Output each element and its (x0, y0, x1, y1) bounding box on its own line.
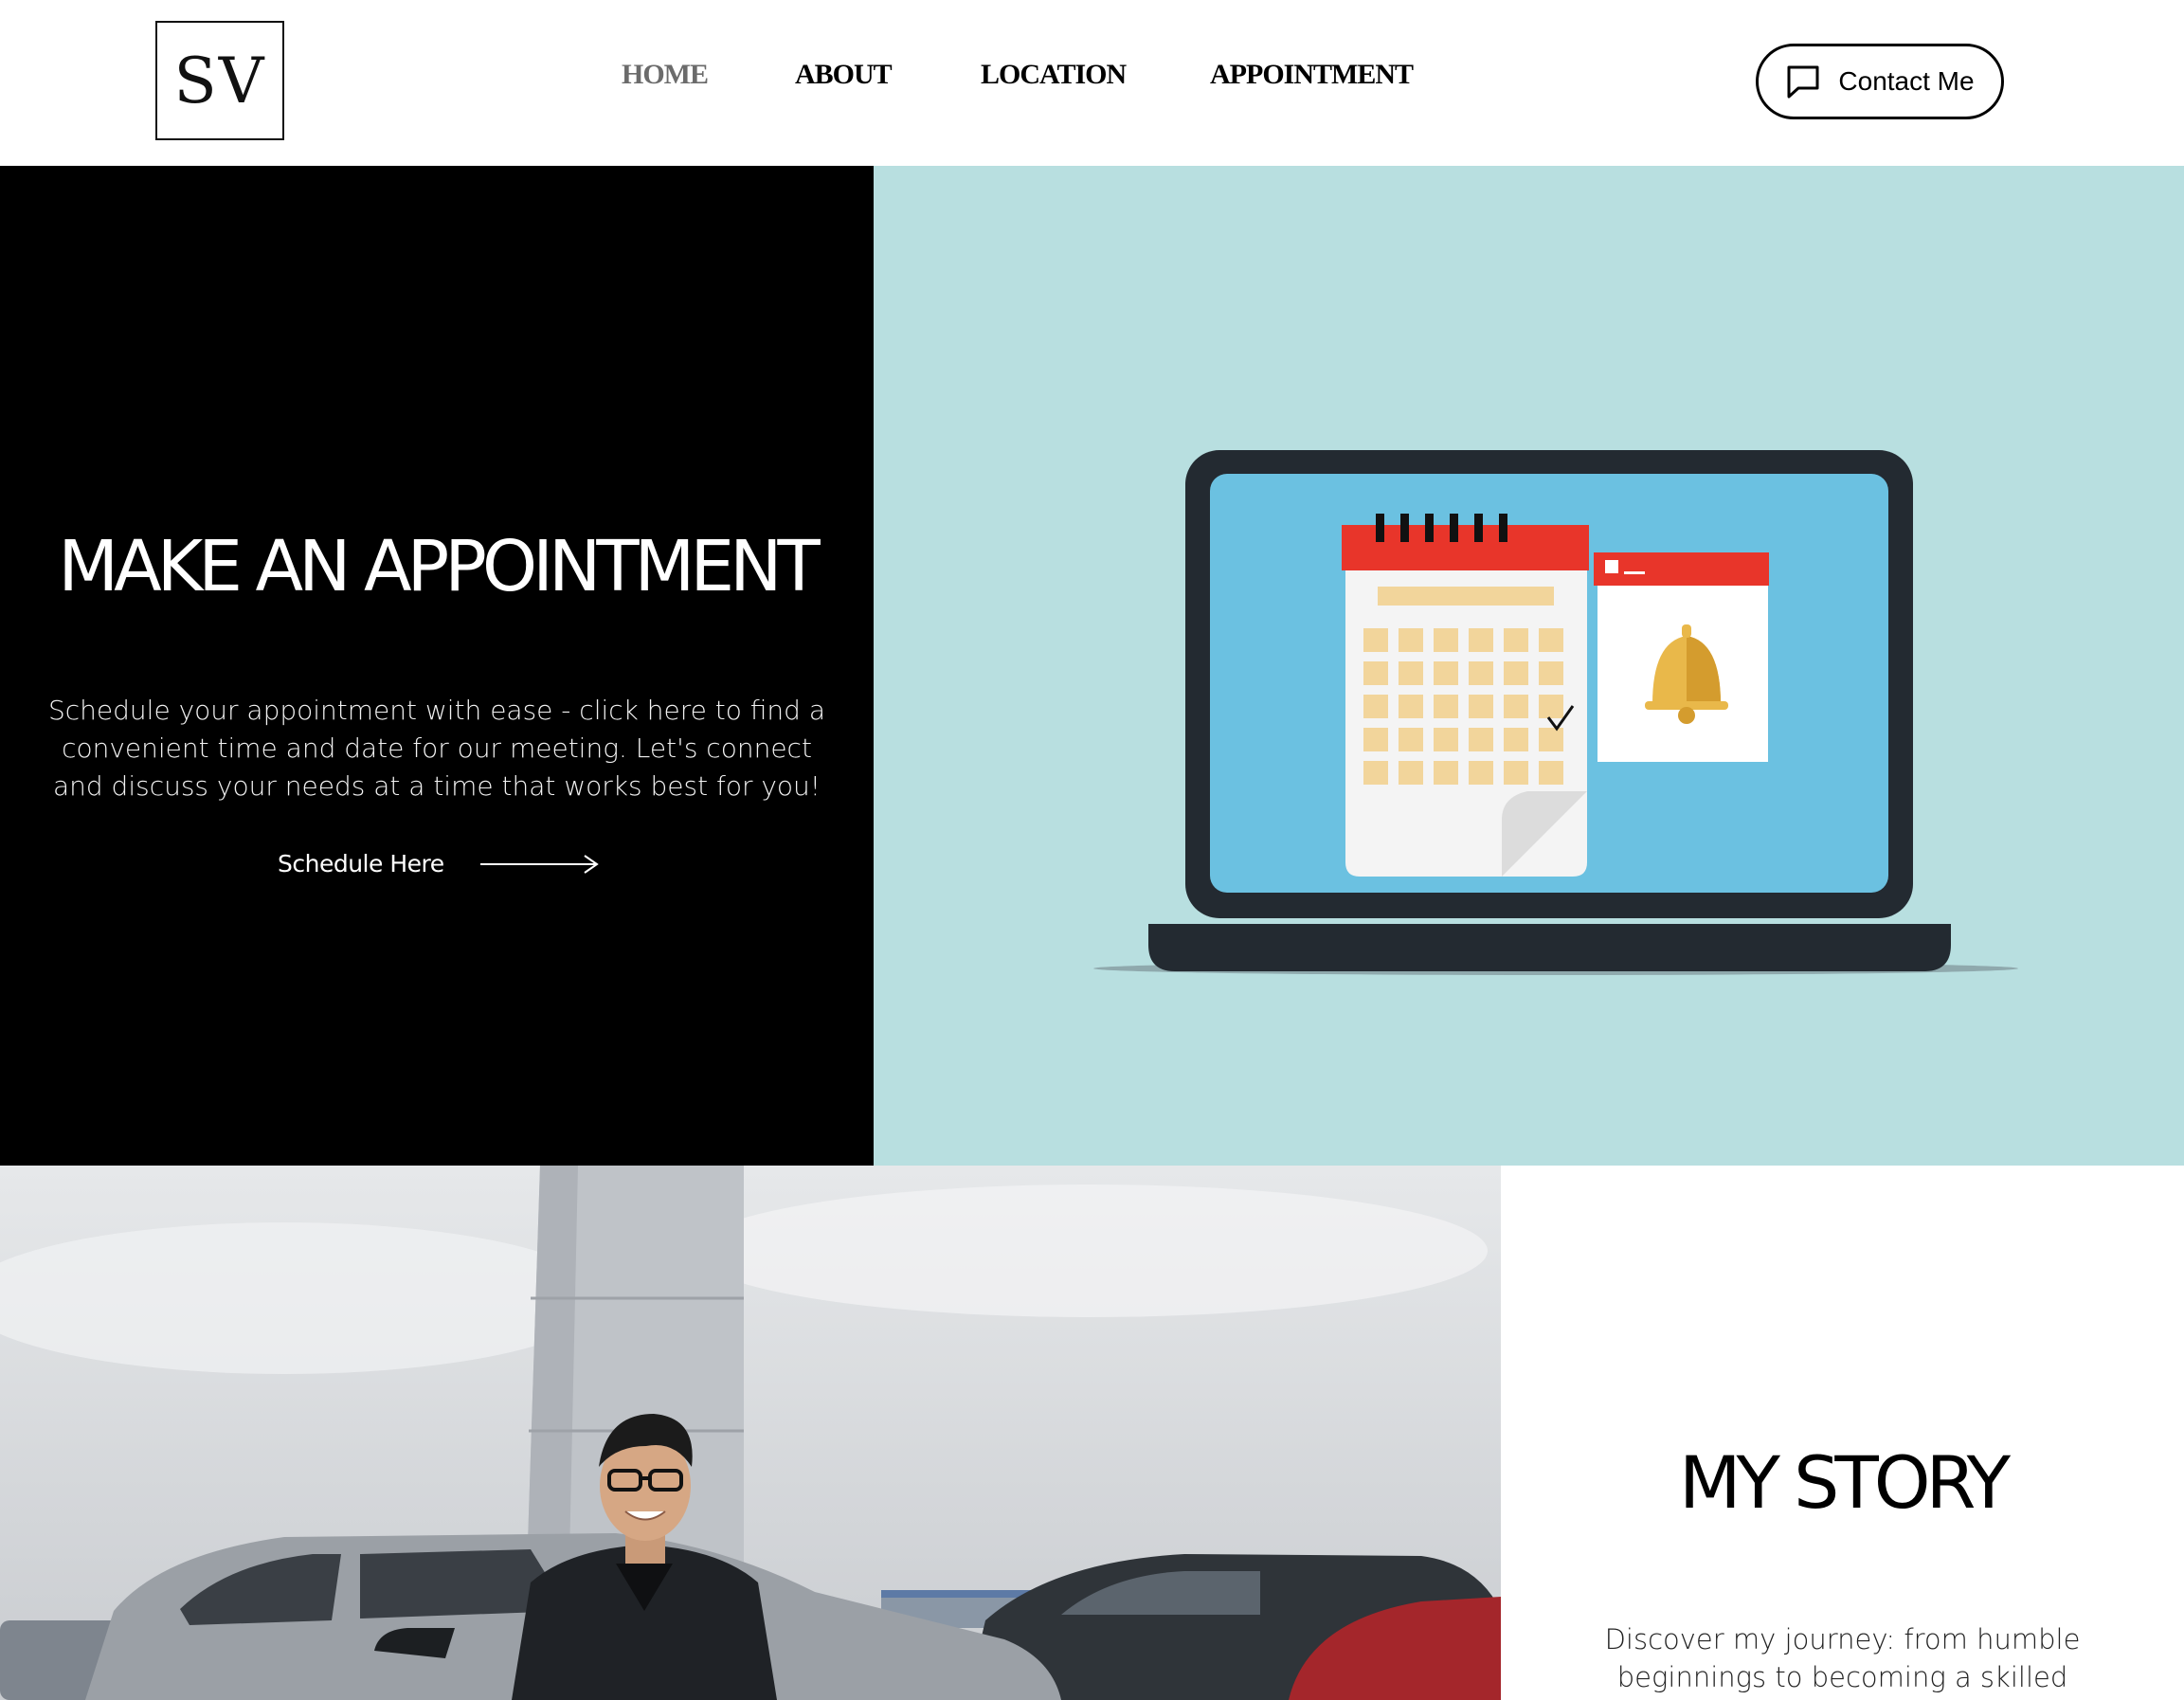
schedule-here-link[interactable]: Schedule Here (278, 850, 600, 877)
story-description: Discover my journey: from humble beginni… (1604, 1623, 2081, 1693)
hero-title: MAKE AN APPOINTMENT (58, 526, 820, 607)
laptop-base (1148, 924, 1951, 971)
logo-text: SV (173, 44, 266, 118)
nav-location[interactable]: LOCATION (981, 59, 1127, 91)
schedule-here-label: Schedule Here (278, 850, 444, 877)
hero-description: Schedule your appointment with ease - cl… (48, 695, 825, 802)
appointment-panel: MAKE AN APPOINTMENT Schedule your appoin… (0, 166, 874, 1166)
nav-appointment[interactable]: APPOINTMENT (1210, 59, 1414, 91)
site-header: SV HOME ABOUT LOCATION APPOINTMENT Conta… (0, 0, 2184, 166)
contact-me-label: Contact Me (1838, 66, 1975, 96)
logo[interactable]: SV (155, 21, 284, 140)
calendar-icon (1342, 514, 1589, 877)
chat-bubble-icon (1787, 65, 1819, 99)
appointment-illustration-panel (874, 166, 2184, 1166)
car-dealership-photo (0, 1166, 1501, 1700)
reminder-card (1594, 552, 1769, 762)
nav-about[interactable]: ABOUT (795, 59, 893, 91)
story-photo (0, 1166, 1501, 1700)
contact-me-button[interactable]: Contact Me (1756, 44, 2004, 119)
my-story-section: MY STORY Discover my journey: from humbl… (1501, 1166, 2184, 1700)
long-arrow-right-icon (479, 854, 599, 874)
laptop-calendar-illustration (1093, 450, 2018, 975)
nav-home[interactable]: HOME (622, 59, 709, 91)
story-title: MY STORY (1678, 1440, 2011, 1525)
